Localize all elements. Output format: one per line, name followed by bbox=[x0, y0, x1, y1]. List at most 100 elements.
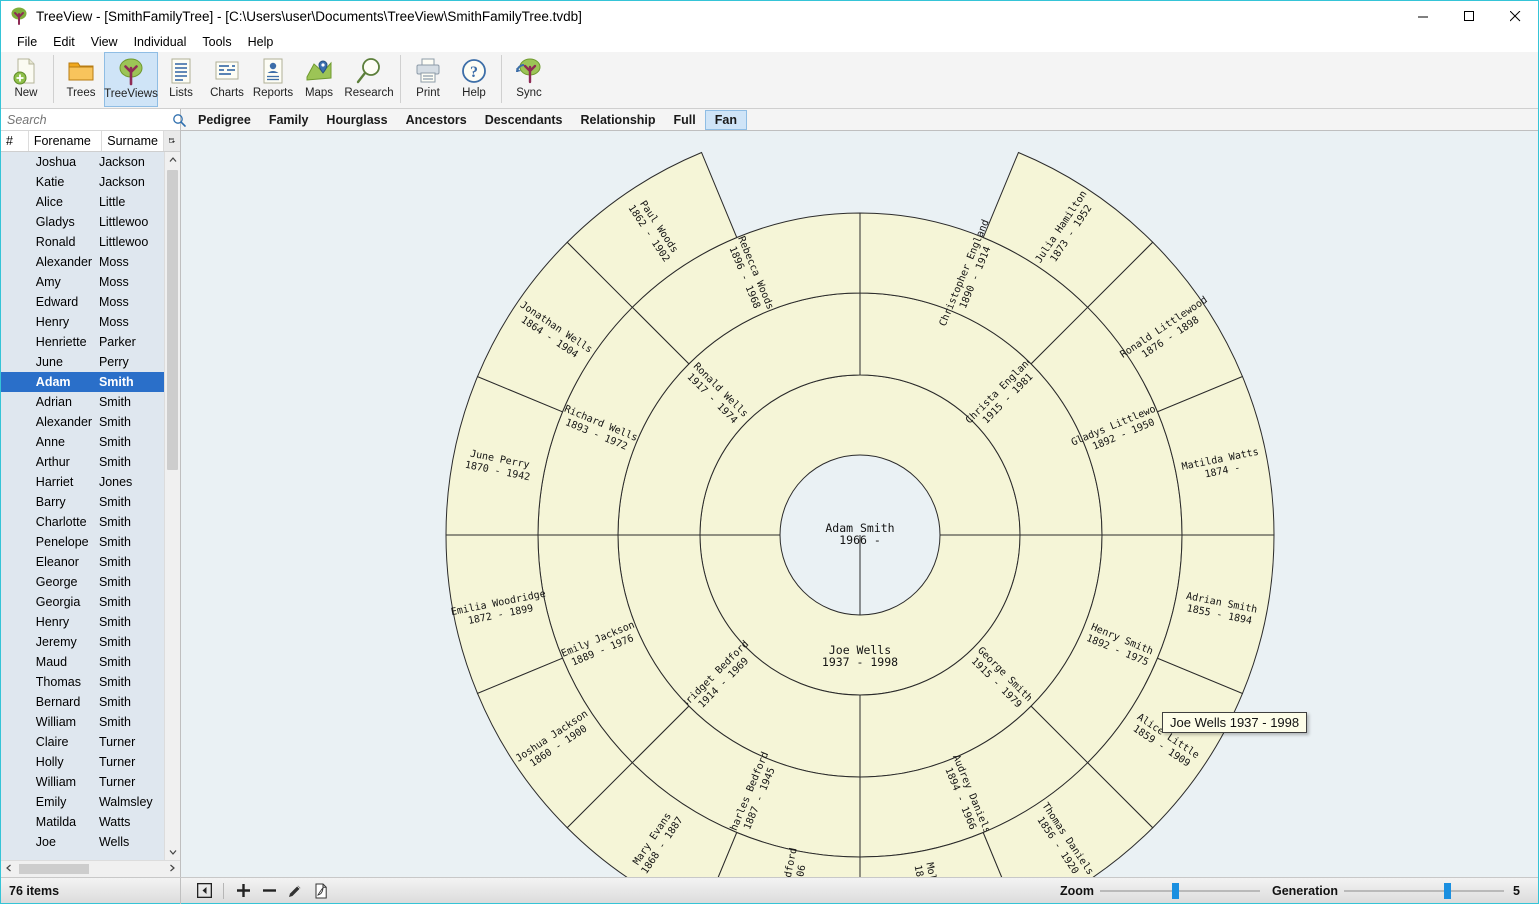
toolbar-treeviews[interactable]: TreeViews bbox=[104, 52, 158, 107]
list-item[interactable]: William Smith bbox=[1, 712, 164, 732]
toolbar-research-label: Research bbox=[344, 87, 394, 99]
scroll-left-icon[interactable] bbox=[1, 864, 17, 874]
list-item[interactable]: Henry Smith bbox=[1, 612, 164, 632]
list-item-surname: Smith bbox=[98, 435, 131, 449]
tab-pedigree[interactable]: Pedigree bbox=[189, 110, 260, 130]
list-item[interactable]: Edward Moss bbox=[1, 292, 164, 312]
list-item-forename: Joshua bbox=[35, 155, 77, 169]
menu-help[interactable]: Help bbox=[240, 33, 282, 51]
list-item[interactable]: Emily Walmsley bbox=[1, 792, 164, 812]
list-item-forename: Arthur bbox=[35, 455, 70, 469]
list-item[interactable]: Charlotte Smith bbox=[1, 512, 164, 532]
list-item[interactable]: Barry Smith bbox=[1, 492, 164, 512]
list-item-forename: Adam bbox=[35, 375, 71, 389]
toolbar-reports[interactable]: Reports bbox=[250, 52, 296, 107]
list-item[interactable]: Amy Moss bbox=[1, 272, 164, 292]
tab-full[interactable]: Full bbox=[665, 110, 705, 130]
list-item[interactable]: Adrian Smith bbox=[1, 392, 164, 412]
toolbar-new[interactable]: New bbox=[3, 52, 49, 107]
list-item[interactable]: Holly Turner bbox=[1, 752, 164, 772]
minus-icon[interactable] bbox=[256, 880, 282, 902]
list-scroll-thumb[interactable] bbox=[167, 170, 178, 470]
scroll-right-icon[interactable] bbox=[164, 864, 180, 874]
list-item[interactable]: Ronald Littlewoo bbox=[1, 232, 164, 252]
menu-file[interactable]: File bbox=[9, 33, 45, 51]
column-header-forename[interactable]: Forename bbox=[29, 131, 103, 151]
list-item[interactable]: Henry Moss bbox=[1, 312, 164, 332]
tab-descendants[interactable]: Descendants bbox=[476, 110, 572, 130]
list-item-surname: Perry bbox=[98, 355, 129, 369]
zoom-slider-knob[interactable] bbox=[1172, 882, 1179, 899]
generation-slider-knob[interactable] bbox=[1444, 882, 1451, 899]
pdf-icon[interactable] bbox=[308, 880, 334, 902]
toolbar-lists[interactable]: Lists bbox=[158, 52, 204, 107]
toolbar-sync[interactable]: Sync bbox=[506, 52, 552, 107]
list-item[interactable]: Joe Wells bbox=[1, 832, 164, 852]
list-item[interactable]: Anne Smith bbox=[1, 432, 164, 452]
list-item[interactable]: Katie Jackson bbox=[1, 172, 164, 192]
menu-edit[interactable]: Edit bbox=[45, 33, 83, 51]
pencil-icon[interactable] bbox=[282, 880, 308, 902]
list-item[interactable]: Alexander Smith bbox=[1, 412, 164, 432]
list-vertical-scrollbar[interactable] bbox=[164, 152, 180, 860]
list-item[interactable]: Georgia Smith bbox=[1, 592, 164, 612]
column-options-icon[interactable] bbox=[164, 131, 180, 151]
list-item[interactable]: Gladys Littlewoo bbox=[1, 212, 164, 232]
toolbar-maps[interactable]: Maps bbox=[296, 52, 342, 107]
list-item-forename: Anne bbox=[35, 435, 65, 449]
list-item[interactable]: Bernard Smith bbox=[1, 692, 164, 712]
list-item[interactable]: Adam Smith bbox=[1, 372, 164, 392]
search-icon[interactable] bbox=[172, 113, 186, 127]
tab-family[interactable]: Family bbox=[260, 110, 318, 130]
individual-list[interactable]: Joshua Jackson Katie Jackson Alice Little Glad… bbox=[1, 152, 180, 860]
maximize-button[interactable] bbox=[1446, 1, 1492, 31]
list-item[interactable]: George Smith bbox=[1, 572, 164, 592]
tab-ancestors[interactable]: Ancestors bbox=[397, 110, 476, 130]
list-item[interactable]: Matilda Watts bbox=[1, 812, 164, 832]
minimize-button[interactable] bbox=[1400, 1, 1446, 31]
toolbar-trees[interactable]: Trees bbox=[58, 52, 104, 107]
list-item[interactable]: William Turner bbox=[1, 772, 164, 792]
collapse-panel-icon[interactable] bbox=[191, 880, 217, 902]
list-item[interactable]: Arthur Smith bbox=[1, 452, 164, 472]
list-item[interactable]: Alexander Moss bbox=[1, 252, 164, 272]
list-item[interactable]: June Perry bbox=[1, 352, 164, 372]
close-button[interactable] bbox=[1492, 1, 1538, 31]
list-item[interactable]: Harriet Jones bbox=[1, 472, 164, 492]
zoom-slider[interactable] bbox=[1100, 881, 1260, 901]
list-item[interactable]: Alice Little bbox=[1, 192, 164, 212]
tab-fan[interactable]: Fan bbox=[704, 109, 747, 130]
toolbar-print[interactable]: Print bbox=[405, 52, 451, 107]
fan-segment[interactable]: Adam Smith 1966 - bbox=[825, 521, 895, 615]
window-controls bbox=[1400, 1, 1538, 31]
toolbar-research[interactable]: Research bbox=[342, 52, 396, 107]
tab-relationship[interactable]: Relationship bbox=[572, 110, 665, 130]
menu-tools[interactable]: Tools bbox=[194, 33, 239, 51]
list-item[interactable]: Penelope Smith bbox=[1, 532, 164, 552]
list-item[interactable]: Joshua Jackson bbox=[1, 152, 164, 172]
list-item[interactable]: Thomas Smith bbox=[1, 672, 164, 692]
fan-chart-canvas[interactable]: Adam Smith1966 -Barry Smith1935 - 1982Jo… bbox=[181, 131, 1538, 877]
toolbar-help[interactable]: ? Help bbox=[451, 52, 497, 107]
list-item[interactable]: Henriette Parker bbox=[1, 332, 164, 352]
list-item[interactable]: Claire Turner bbox=[1, 732, 164, 752]
list-item[interactable]: Maud Smith bbox=[1, 652, 164, 672]
generation-slider[interactable] bbox=[1344, 881, 1504, 901]
column-header-surname[interactable]: Surname bbox=[102, 131, 164, 151]
fan-chart[interactable]: Adam Smith1966 -Barry Smith1935 - 1982Jo… bbox=[181, 131, 1538, 877]
list-item[interactable]: Jeremy Smith bbox=[1, 632, 164, 652]
menu-individual[interactable]: Individual bbox=[126, 33, 195, 51]
column-header-number[interactable]: # bbox=[1, 131, 29, 151]
menu-view[interactable]: View bbox=[83, 33, 126, 51]
scroll-up-icon[interactable] bbox=[165, 152, 180, 168]
toolbar-charts[interactable]: Charts bbox=[204, 52, 250, 107]
right-panel: Pedigree Family Hourglass Ancestors Descenda… bbox=[181, 109, 1538, 877]
plus-icon[interactable] bbox=[230, 880, 256, 902]
scroll-down-icon[interactable] bbox=[165, 844, 180, 860]
list-item[interactable]: Eleanor Smith bbox=[1, 552, 164, 572]
tab-hourglass[interactable]: Hourglass bbox=[317, 110, 396, 130]
list-item-forename: Harriet bbox=[35, 475, 74, 489]
search-input[interactable] bbox=[5, 111, 172, 128]
hscroll-thumb[interactable] bbox=[19, 864, 89, 874]
list-horizontal-scrollbar[interactable] bbox=[1, 860, 180, 877]
